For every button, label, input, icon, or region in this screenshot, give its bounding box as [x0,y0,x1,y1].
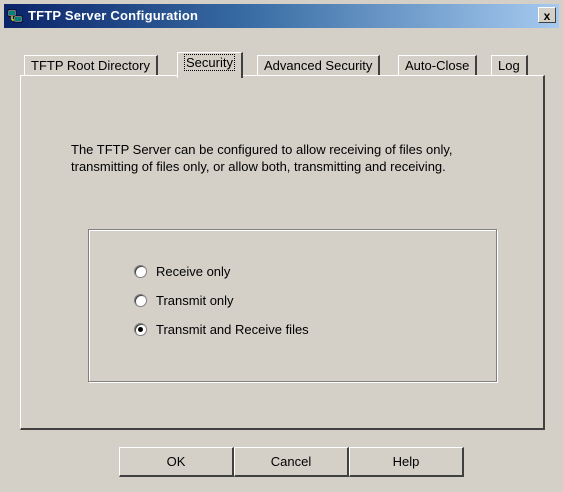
tab-strip: TFTP Root Directory Security Advanced Se… [24,52,544,78]
radio-label: Transmit only [156,293,234,308]
tab-log[interactable]: Log [491,55,528,76]
radio-label: Transmit and Receive files [156,322,309,337]
tab-security[interactable]: Security [177,52,243,78]
help-button[interactable]: Help [349,447,464,477]
ok-button[interactable]: OK [119,447,234,477]
dialog-window: TFTP Server Configuration x TFTP Root Di… [0,0,563,492]
tab-label: Security [184,54,235,71]
radio-transmit-and-receive[interactable]: Transmit and Receive files [134,321,309,339]
tab-label: Log [498,58,520,73]
tab-auto-close[interactable]: Auto-Close [398,55,478,76]
app-icon [7,9,23,23]
tab-advanced-security[interactable]: Advanced Security [257,55,381,76]
tab-label: Advanced Security [264,58,373,73]
radio-unchecked-icon[interactable] [134,265,147,279]
radio-unchecked-icon[interactable] [134,294,147,308]
close-icon: x [543,9,551,23]
cancel-button[interactable]: Cancel [234,447,349,477]
radio-transmit-only[interactable]: Transmit only [134,292,234,310]
title-bar[interactable]: TFTP Server Configuration x [4,4,559,28]
window-title: TFTP Server Configuration [28,8,199,23]
tab-label: Auto-Close [405,58,470,73]
radio-receive-only[interactable]: Receive only [134,263,230,281]
radio-checked-icon[interactable] [134,323,147,337]
radio-label: Receive only [156,264,231,279]
security-description: The TFTP Server can be configured to all… [71,142,453,174]
tab-tftp-root-directory[interactable]: TFTP Root Directory [24,55,158,76]
close-button[interactable]: x [538,7,556,23]
tab-label: TFTP Root Directory [31,58,150,73]
